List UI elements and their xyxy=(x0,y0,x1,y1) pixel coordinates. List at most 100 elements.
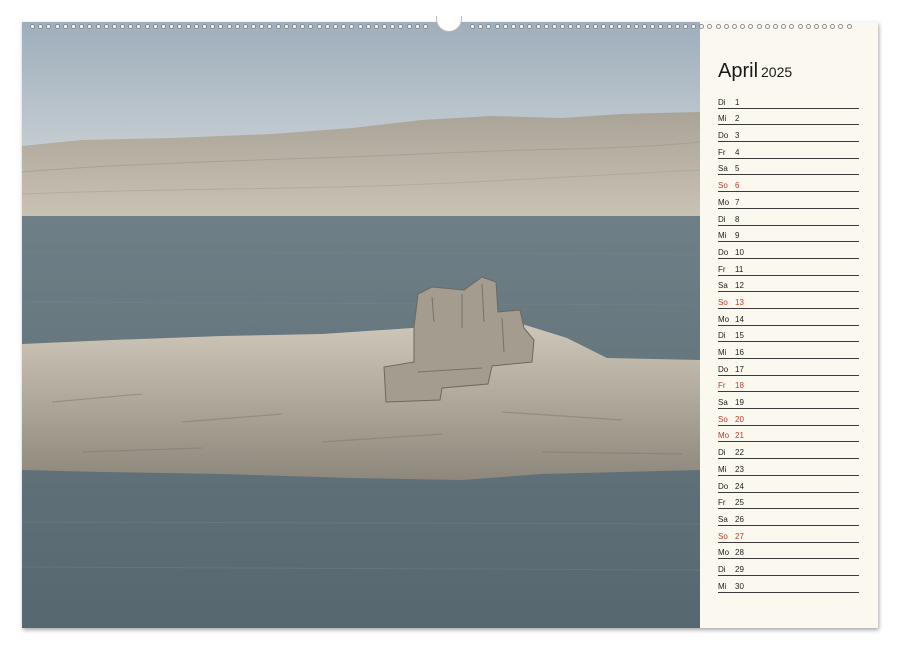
binding-ring xyxy=(193,23,199,29)
day-row: Fr 25 xyxy=(718,493,859,510)
binding-ring xyxy=(781,23,787,29)
day-row: Do 24 xyxy=(718,476,859,493)
binding-ring xyxy=(373,23,379,29)
day-row: Di 1 xyxy=(718,92,859,109)
day-row: Do 10 xyxy=(718,242,859,259)
weekday-label: Mi xyxy=(718,581,727,591)
weekday-label: So xyxy=(718,181,728,191)
day-row: So 13 xyxy=(718,292,859,309)
binding-ring xyxy=(242,23,248,29)
binding-ring xyxy=(527,23,533,29)
binding-ring xyxy=(161,23,166,29)
day-number: 20 xyxy=(735,414,744,424)
binding-ring xyxy=(519,23,525,29)
day-list: Di 1 Mi 2 Do 3 Fr 4 Sa 5 So 6 Mo 7 Di 8 Mi 9 Do 10 Fr 11 Sa 12 S… xyxy=(718,92,859,593)
binding-ring xyxy=(641,23,647,29)
binding-ring xyxy=(691,23,697,29)
day-number: 1 xyxy=(735,97,740,107)
binding-ring xyxy=(30,23,35,29)
binding-ring xyxy=(70,23,76,29)
binding-ring xyxy=(617,23,623,29)
day-row: Sa 26 xyxy=(718,509,859,526)
binding-rings-left xyxy=(30,21,428,31)
month-year: 2025 xyxy=(761,64,793,80)
day-number: 24 xyxy=(735,481,744,491)
binding-ring xyxy=(332,23,338,29)
weekday-label: Sa xyxy=(718,164,728,174)
day-number: 15 xyxy=(735,331,744,341)
weekday-label: Mo xyxy=(718,431,730,441)
weekday-label: So xyxy=(718,297,728,307)
day-number: 27 xyxy=(735,531,744,541)
day-number: 11 xyxy=(735,264,744,274)
binding-ring xyxy=(772,23,778,29)
binding-ring xyxy=(87,23,93,29)
binding-ring xyxy=(103,23,109,29)
binding-ring xyxy=(789,23,795,29)
binding-ring xyxy=(177,23,183,29)
binding-ring xyxy=(357,23,363,29)
binding-ring xyxy=(218,23,224,29)
binding-rings-right xyxy=(470,21,852,31)
binding-ring xyxy=(95,23,101,29)
binding-ring xyxy=(633,23,639,29)
day-row: Di 8 xyxy=(718,209,859,226)
binding-ring xyxy=(543,23,549,29)
day-row: Mo 14 xyxy=(718,309,859,326)
binding-ring xyxy=(234,23,240,29)
weekday-label: Fr xyxy=(718,381,726,391)
calendar-page: April 2025 Di 1 Mi 2 Do 3 Fr 4 Sa 5 So 6 Mo 7 Di 8 Mi 9 Do 1… xyxy=(22,22,878,628)
binding-ring xyxy=(267,23,273,29)
binding-ring xyxy=(349,23,355,29)
day-number: 8 xyxy=(735,214,740,224)
weekday-label: Fr xyxy=(718,498,726,508)
day-number: 23 xyxy=(735,464,744,474)
day-number: 4 xyxy=(735,147,740,157)
weekday-label: Do xyxy=(718,481,729,491)
binding-ring xyxy=(169,23,175,29)
binding-ring xyxy=(201,23,207,29)
weekday-label: So xyxy=(718,414,728,424)
binding-ring xyxy=(715,23,721,29)
day-row: Do 17 xyxy=(718,359,859,376)
day-number: 9 xyxy=(735,231,740,241)
day-row: Fr 18 xyxy=(718,376,859,393)
month-name: April xyxy=(718,60,759,82)
weekday-label: Di xyxy=(718,97,726,107)
day-number: 18 xyxy=(735,381,744,391)
binding-ring xyxy=(568,23,574,29)
binding-ring xyxy=(707,23,713,29)
weekday-label: Sa xyxy=(718,281,728,291)
binding-ring xyxy=(486,23,492,29)
binding-ring xyxy=(560,23,566,29)
day-number: 30 xyxy=(735,581,744,591)
binding-ring xyxy=(316,23,322,29)
binding-ring xyxy=(414,23,420,29)
day-number: 29 xyxy=(735,564,744,574)
day-row: Mi 23 xyxy=(718,459,859,476)
day-row: Sa 12 xyxy=(718,276,859,293)
binding-ring xyxy=(764,23,770,29)
binding-ring xyxy=(398,23,404,29)
binding-ring xyxy=(423,23,428,29)
day-number: 6 xyxy=(735,181,740,191)
binding-ring xyxy=(535,23,541,29)
binding-ring xyxy=(822,23,828,29)
binding-ring xyxy=(510,23,516,29)
binding-ring xyxy=(308,23,314,29)
binding-ring xyxy=(144,23,150,29)
weekday-label: Di xyxy=(718,564,726,574)
binding-ring xyxy=(478,23,484,29)
binding-ring xyxy=(283,23,289,29)
day-row: Mi 30 xyxy=(718,576,859,593)
binding-ring xyxy=(128,23,134,29)
day-number: 22 xyxy=(735,448,744,458)
day-number: 25 xyxy=(735,498,744,508)
day-row: Di 29 xyxy=(718,559,859,576)
day-number: 28 xyxy=(735,548,744,558)
binding-ring xyxy=(576,23,582,29)
binding-ring xyxy=(650,23,656,29)
binding-ring xyxy=(365,23,371,29)
weekday-label: Fr xyxy=(718,147,726,157)
binding-ring xyxy=(756,23,762,29)
